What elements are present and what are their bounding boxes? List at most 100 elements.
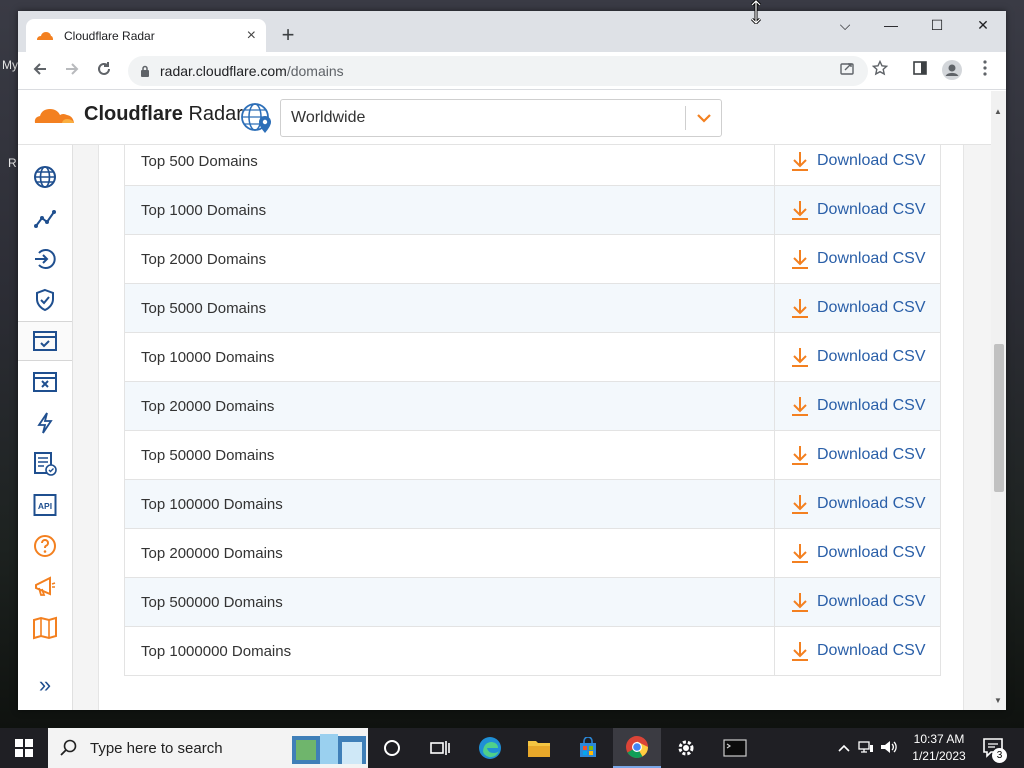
region-select-value: Worldwide <box>291 109 366 126</box>
side-panel-icon[interactable] <box>909 60 931 82</box>
sidebar-item-outages[interactable] <box>18 362 72 402</box>
domains-download-table: Top 500 Domains Download CSV Top 1000 Do… <box>124 136 941 676</box>
microsoft-store-icon[interactable] <box>564 728 612 768</box>
lock-icon <box>141 65 149 77</box>
back-arrow-icon[interactable] <box>28 59 52 83</box>
download-csv-link[interactable]: Download CSV <box>775 235 940 283</box>
download-csv-label: Download CSV <box>817 250 926 267</box>
profile-avatar-icon[interactable] <box>941 60 963 82</box>
taskbar: Type here to search 10:37 AM 1/21/2023 3 <box>0 728 1024 768</box>
network-icon[interactable] <box>858 740 874 757</box>
maximize-button[interactable]: ☐ <box>914 11 960 41</box>
notification-count-badge: 3 <box>992 748 1007 763</box>
file-explorer-icon[interactable] <box>515 728 563 768</box>
resize-cursor-icon <box>750 0 762 26</box>
address-bar[interactable]: radar.cloudflare.com/domains <box>128 56 868 86</box>
reload-icon[interactable] <box>92 59 116 83</box>
share-icon[interactable] <box>836 60 858 82</box>
download-csv-link[interactable]: Download CSV <box>775 529 940 577</box>
terminal-icon[interactable] <box>711 728 759 768</box>
desktop-icon-label: R <box>8 156 17 170</box>
cloudflare-radar-logo[interactable]: Cloudflare Radar <box>32 103 243 126</box>
scroll-thumb[interactable] <box>994 344 1004 492</box>
taskbar-clock[interactable]: 10:37 AM 1/21/2023 <box>908 731 970 765</box>
radar-header: Cloudflare Radar Worldwide <box>18 91 991 145</box>
table-row: Top 1000 Domains Download CSV <box>125 185 940 234</box>
tab-close-icon[interactable]: × <box>247 27 256 45</box>
search-placeholder: Type here to search <box>90 739 223 757</box>
help-icon <box>34 535 56 557</box>
taskbar-search-box[interactable]: Type here to search <box>48 728 368 768</box>
region-select[interactable]: Worldwide <box>280 99 722 137</box>
clock-time: 10:37 AM <box>913 732 965 746</box>
table-row: Top 10000 Domains Download CSV <box>125 332 940 381</box>
browser-window: Cloudflare Radar × + ⌵ — ☐ ✕ radar.cloud… <box>18 11 1006 710</box>
chrome-icon[interactable] <box>613 728 661 768</box>
row-label: Top 10000 Domains <box>125 333 775 381</box>
download-csv-link[interactable]: Download CSV <box>775 186 940 234</box>
row-label: Top 1000000 Domains <box>125 627 775 675</box>
sidebar-item-help[interactable] <box>18 526 72 566</box>
close-window-button[interactable]: ✕ <box>960 11 1006 41</box>
download-icon <box>792 152 808 171</box>
download-icon <box>792 593 808 612</box>
radar-sidebar: API » <box>18 145 73 710</box>
download-csv-link[interactable]: Download CSV <box>775 284 940 332</box>
forward-arrow-icon[interactable] <box>60 59 84 83</box>
download-icon <box>792 544 808 563</box>
download-csv-link[interactable]: Download CSV <box>775 333 940 381</box>
table-row: Top 50000 Domains Download CSV <box>125 430 940 479</box>
desktop-icon-label: My <box>2 58 18 72</box>
lightning-icon <box>37 412 53 434</box>
sidebar-item-security[interactable] <box>18 280 72 320</box>
cortana-icon[interactable] <box>368 728 416 768</box>
start-button[interactable] <box>0 728 48 768</box>
task-view-icon[interactable] <box>416 728 464 768</box>
brand-name: Cloudflare <box>84 103 183 125</box>
sidebar-item-performance[interactable] <box>18 403 72 443</box>
tab-search-chevron-icon[interactable]: ⌵ <box>822 11 868 41</box>
sidebar-item-overview[interactable] <box>18 157 72 197</box>
download-csv-link[interactable]: Download CSV <box>775 431 940 479</box>
tray-overflow-chevron-icon[interactable] <box>838 741 850 755</box>
sidebar-item-adoption[interactable] <box>18 239 72 279</box>
scroll-up-arrow-icon[interactable]: ▲ <box>994 107 1002 116</box>
location-globe-icon <box>240 102 274 139</box>
minimize-button[interactable]: — <box>868 11 914 41</box>
cloudflare-favicon-icon <box>37 31 53 40</box>
row-label: Top 2000 Domains <box>125 235 775 283</box>
download-csv-link[interactable]: Download CSV <box>775 382 940 430</box>
chevron-down-icon[interactable] <box>685 106 721 130</box>
browser-toolbar: radar.cloudflare.com/domains <box>18 52 1006 90</box>
bookmark-star-icon[interactable] <box>869 59 891 82</box>
url-host: radar.cloudflare.com <box>160 63 287 79</box>
sidebar-item-domains[interactable] <box>18 321 72 361</box>
reports-icon <box>34 452 57 476</box>
sidebar-item-traffic[interactable] <box>18 198 72 238</box>
page-scrollbar[interactable]: ▲ ▼ <box>991 91 1006 710</box>
brand-product: Radar <box>188 103 243 125</box>
domains-browser-check-icon <box>33 331 57 351</box>
url-path: /domains <box>286 63 344 79</box>
settings-gear-icon[interactable] <box>662 728 710 768</box>
volume-icon[interactable] <box>880 740 898 757</box>
sidebar-item-api[interactable]: API <box>18 485 72 525</box>
sidebar-item-reports[interactable] <box>18 444 72 484</box>
sidebar-expand-icon[interactable]: » <box>18 670 72 700</box>
scroll-down-arrow-icon[interactable]: ▼ <box>994 696 1002 705</box>
table-row: Top 20000 Domains Download CSV <box>125 381 940 430</box>
globe-icon <box>34 166 56 188</box>
download-csv-link[interactable]: Download CSV <box>775 578 940 626</box>
menu-kebab-icon[interactable] <box>974 60 996 82</box>
download-csv-link[interactable]: Download CSV <box>775 480 940 528</box>
sidebar-item-announcements[interactable] <box>18 567 72 607</box>
edge-browser-icon[interactable] <box>466 728 514 768</box>
browser-tab[interactable]: Cloudflare Radar × <box>26 19 266 52</box>
download-icon <box>792 201 808 220</box>
page-viewport: Cloudflare Radar Worldwide API » Top 500… <box>18 91 1006 710</box>
download-csv-link[interactable]: Download CSV <box>775 627 940 675</box>
download-icon <box>792 348 808 367</box>
new-tab-button[interactable]: + <box>274 21 302 49</box>
sidebar-item-glossary[interactable] <box>18 608 72 648</box>
row-label: Top 500000 Domains <box>125 578 775 626</box>
